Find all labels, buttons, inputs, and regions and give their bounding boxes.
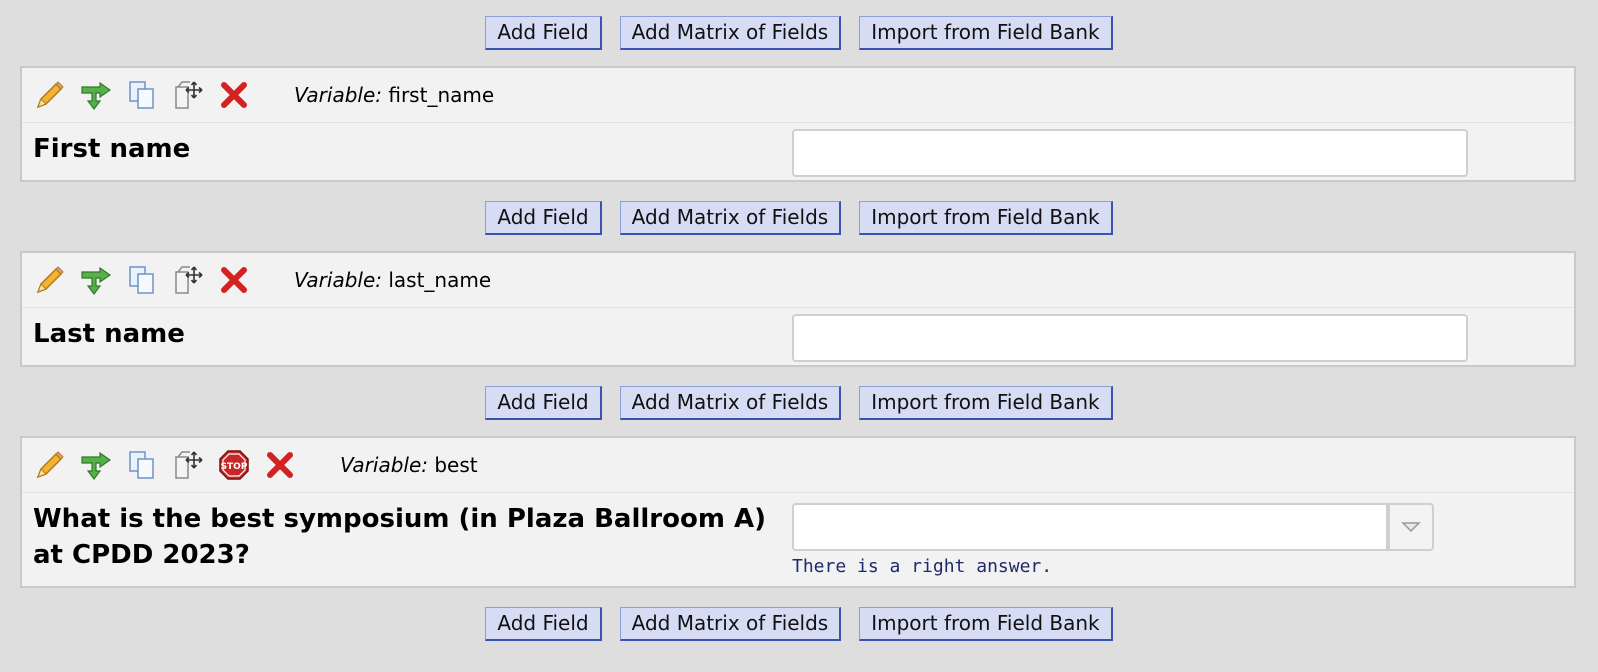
button-row: Add Field Add Matrix of Fields Import fr… — [0, 201, 1598, 235]
variable-name: Variable: best — [340, 453, 478, 477]
field-toolbar: Variable: first_name — [22, 68, 1574, 123]
add-field-button[interactable]: Add Field — [485, 607, 602, 641]
delete-icon[interactable] — [218, 264, 250, 296]
add-matrix-button[interactable]: Add Matrix of Fields — [619, 16, 842, 50]
variable-name: Variable: last_name — [294, 268, 491, 292]
add-matrix-button[interactable]: Add Matrix of Fields — [619, 201, 842, 235]
import-field-bank-button[interactable]: Import from Field Bank — [859, 201, 1113, 235]
add-field-button[interactable]: Add Field — [485, 16, 602, 50]
import-field-bank-button[interactable]: Import from Field Bank — [859, 386, 1113, 420]
field-label: What is the best symposium (in Plaza Bal… — [33, 504, 766, 570]
variable-value: last_name — [388, 268, 492, 292]
add-matrix-button[interactable]: Add Matrix of Fields — [619, 607, 842, 641]
variable-label: Variable: — [294, 268, 382, 292]
add-matrix-button[interactable]: Add Matrix of Fields — [619, 386, 842, 420]
delete-icon[interactable] — [218, 79, 250, 111]
field-label: First name — [33, 134, 191, 164]
field-note: There is a right answer. — [792, 556, 1053, 577]
add-field-button[interactable]: Add Field — [485, 386, 602, 420]
best-symposium-select[interactable] — [792, 503, 1388, 551]
copy-icon[interactable] — [126, 449, 158, 481]
chevron-down-icon — [1401, 522, 1421, 533]
add-field-button[interactable]: Add Field — [485, 201, 602, 235]
pencil-icon[interactable] — [34, 449, 66, 481]
variable-value: best — [434, 453, 478, 477]
svg-text:STOP: STOP — [221, 462, 248, 472]
field-block-first-name: Variable: first_name First name — [20, 66, 1576, 182]
branch-arrow-icon[interactable] — [80, 79, 112, 111]
variable-value: first_name — [388, 83, 495, 107]
pencil-icon[interactable] — [34, 264, 66, 296]
import-field-bank-button[interactable]: Import from Field Bank — [859, 16, 1113, 50]
button-row: Add Field Add Matrix of Fields Import fr… — [0, 386, 1598, 420]
branch-arrow-icon[interactable] — [80, 449, 112, 481]
dropdown-toggle[interactable] — [1388, 503, 1434, 551]
field-toolbar: Variable: last_name — [22, 253, 1574, 308]
copy-icon[interactable] — [126, 264, 158, 296]
first-name-input[interactable] — [792, 129, 1468, 177]
stop-icon[interactable]: STOP — [218, 449, 250, 481]
variable-label: Variable: — [340, 453, 428, 477]
import-field-bank-button[interactable]: Import from Field Bank — [859, 607, 1113, 641]
last-name-input[interactable] — [792, 314, 1468, 362]
branch-arrow-icon[interactable] — [80, 264, 112, 296]
variable-name: Variable: first_name — [294, 83, 494, 107]
copy-icon[interactable] — [126, 79, 158, 111]
field-block-last-name: Variable: last_name Last name — [20, 251, 1576, 367]
button-row: Add Field Add Matrix of Fields Import fr… — [0, 16, 1598, 50]
field-block-best: STOP Variable: best What is the best sym… — [20, 436, 1576, 588]
variable-label: Variable: — [294, 83, 382, 107]
pencil-icon[interactable] — [34, 79, 66, 111]
field-toolbar: STOP Variable: best — [22, 438, 1574, 493]
move-icon[interactable] — [172, 264, 204, 296]
field-label: Last name — [33, 319, 185, 349]
button-row: Add Field Add Matrix of Fields Import fr… — [0, 607, 1598, 641]
move-icon[interactable] — [172, 449, 204, 481]
delete-icon[interactable] — [264, 449, 296, 481]
move-icon[interactable] — [172, 79, 204, 111]
